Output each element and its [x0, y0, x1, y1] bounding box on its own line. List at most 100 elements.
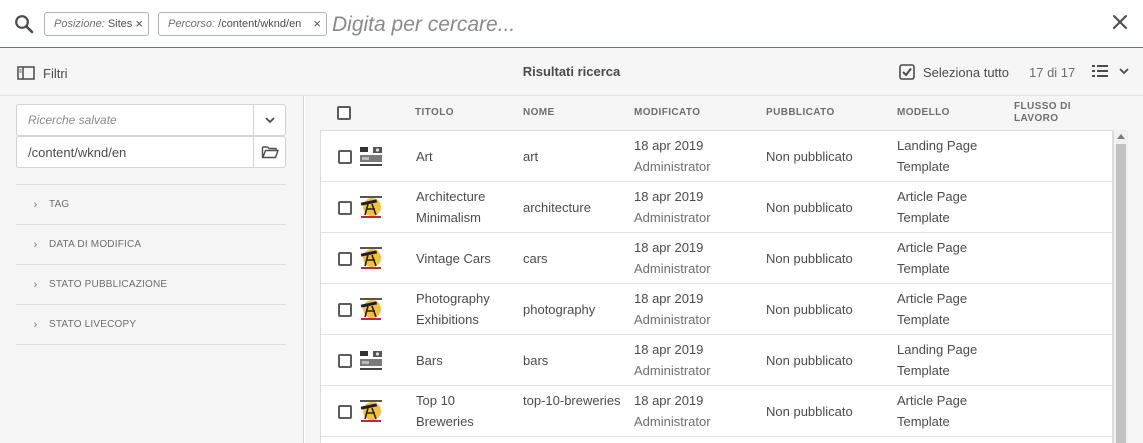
close-icon[interactable] — [1111, 13, 1129, 31]
row-name: architecture — [523, 200, 591, 215]
table-row[interactable]: Bars bars 18 apr 2019 Administrator Non p… — [321, 335, 1112, 386]
filters-toggle-button[interactable]: Filtri — [17, 64, 68, 82]
modified-user: Administrator — [634, 312, 711, 327]
row-title: Top 10 Breweries — [416, 393, 474, 429]
row-modified: 18 apr 2019 Administrator — [634, 390, 759, 432]
row-title: Architecture Minimalism — [416, 189, 486, 225]
filter-rail: Ricerche salvate /content/wknd/en › TAG … — [0, 96, 304, 443]
omnisearch-bar: Posizione: Sites × Percorso: /content/wk… — [0, 0, 1143, 48]
table-row[interactable]: Photography Exhibitions photography 18 a… — [321, 284, 1112, 335]
tag-value: Sites — [104, 18, 133, 30]
select-all-checkbox[interactable] — [337, 106, 351, 120]
table-body: Art art 18 apr 2019 Administrator Non pub… — [320, 130, 1113, 443]
modified-user: Administrator — [634, 261, 711, 276]
column-header-workflow[interactable]: FLUSSO DI LAVORO — [1014, 101, 1094, 125]
tag-label: Percorso: — [168, 18, 216, 30]
modified-date: 18 apr 2019 — [634, 291, 704, 306]
chevron-right-icon: › — [33, 278, 38, 291]
remove-tag-icon[interactable]: × — [313, 13, 321, 35]
row-checkbox[interactable] — [338, 150, 352, 164]
landing-page-thumbnail — [359, 144, 383, 168]
path-field[interactable]: /content/wknd/en — [16, 136, 286, 168]
filters-label: Filtri — [43, 65, 68, 81]
action-bar: Filtri Risultati ricerca Seleziona tutto… — [0, 48, 1143, 96]
modified-user: Administrator — [634, 363, 711, 378]
facet-label: TAG — [49, 199, 70, 210]
search-tag-path[interactable]: Percorso: /content/wknd/en × — [158, 12, 327, 36]
article-page-thumbnail — [359, 297, 383, 321]
chevron-down-icon[interactable] — [253, 105, 285, 135]
column-header-published[interactable]: PUBBLICATO — [766, 107, 835, 119]
row-name: bars — [523, 353, 549, 368]
column-header-template[interactable]: MODELLO — [897, 107, 950, 119]
row-name: cars — [523, 251, 548, 266]
modified-date: 18 apr 2019 — [634, 138, 704, 153]
row-modified: 18 apr 2019 Administrator — [634, 186, 759, 228]
facet-label: DATA DI MODIFICA — [49, 239, 142, 250]
row-name: top-10-breweries — [523, 393, 621, 408]
modified-date: 18 apr 2019 — [634, 393, 704, 408]
column-header-modified[interactable]: MODIFICATO — [634, 107, 700, 119]
row-checkbox[interactable] — [338, 354, 352, 368]
folder-icon[interactable] — [253, 137, 285, 167]
tag-value: /content/wknd/en — [215, 18, 302, 30]
row-checkbox[interactable] — [338, 405, 352, 419]
chevron-down-icon — [1119, 68, 1129, 75]
row-name: photography — [523, 302, 596, 317]
row-modified: 18 apr 2019 Administrator — [634, 237, 759, 279]
scrollbar[interactable] — [1113, 130, 1128, 443]
select-all-button[interactable]: Seleziona tutto — [899, 64, 1009, 80]
facet-list: › TAG › DATA DI MODIFICA › STATO PUBBLIC… — [16, 184, 286, 345]
row-published-status: Non pubblicato — [766, 251, 853, 266]
saved-searches-placeholder: Ricerche salvate — [28, 113, 117, 127]
chevron-right-icon: › — [33, 238, 38, 251]
scroll-up-arrow-icon[interactable] — [1117, 134, 1125, 139]
column-header-title[interactable]: TITOLO — [415, 107, 454, 119]
chevron-right-icon: › — [33, 318, 38, 331]
row-checkbox[interactable] — [338, 252, 352, 266]
row-name: art — [523, 149, 539, 164]
row-published-status: Non pubblicato — [766, 149, 853, 164]
modified-date: 18 apr 2019 — [634, 342, 704, 357]
facet-publication-status[interactable]: › STATO PUBBLICAZIONE — [16, 265, 286, 305]
chevron-right-icon: › — [33, 198, 38, 211]
modified-user: Administrator — [634, 414, 711, 429]
search-tag-location[interactable]: Posizione: Sites × — [44, 12, 149, 36]
saved-searches-select[interactable]: Ricerche salvate — [16, 104, 286, 136]
row-title: Art — [416, 149, 433, 164]
view-switcher-button[interactable] — [1091, 63, 1132, 79]
facet-label: STATO LIVECOPY — [49, 319, 137, 330]
row-modified: 18 apr 2019 Administrator — [634, 339, 759, 381]
article-page-thumbnail — [359, 246, 383, 270]
row-checkbox[interactable] — [338, 201, 352, 215]
facet-label: STATO PUBBLICAZIONE — [49, 279, 168, 290]
row-checkbox[interactable] — [338, 303, 352, 317]
row-published-status: Non pubblicato — [766, 353, 853, 368]
scrollbar-thumb[interactable] — [1116, 144, 1126, 443]
table-row[interactable]: Vintage Cars cars 18 apr 2019 Administrat… — [321, 233, 1112, 284]
column-header-name[interactable]: NOME — [523, 107, 555, 119]
facet-modified-date[interactable]: › DATA DI MODIFICA — [16, 225, 286, 265]
row-published-status: Non pubblicato — [766, 302, 853, 317]
row-template: Landing Page Template — [897, 138, 978, 174]
table-row[interactable]: Architecture Minimalism architecture 18 … — [321, 182, 1112, 233]
table-row[interactable]: Art art 18 apr 2019 Administrator Non pub… — [321, 131, 1112, 182]
landing-page-thumbnail — [359, 348, 383, 372]
search-input[interactable] — [332, 11, 732, 39]
search-icon — [15, 15, 34, 34]
tag-label: Posizione: — [54, 18, 105, 30]
row-title: Vintage Cars — [416, 251, 491, 266]
results-count: 17 di 17 — [1029, 65, 1076, 80]
table-header: TITOLO NOME MODIFICATO PUBBLICATO MODELL… — [305, 96, 1143, 130]
row-modified: 18 apr 2019 Administrator — [634, 288, 759, 330]
row-template: Article Page Template — [897, 291, 968, 327]
remove-tag-icon[interactable]: × — [135, 13, 143, 35]
modified-date: 18 apr 2019 — [634, 189, 704, 204]
facet-livecopy-status[interactable]: › STATO LIVECOPY — [16, 305, 286, 345]
list-view-icon — [1092, 65, 1108, 77]
facet-tag[interactable]: › TAG — [16, 185, 286, 225]
modified-user: Administrator — [634, 159, 711, 174]
row-title: Photography Exhibitions — [416, 291, 490, 327]
path-value: /content/wknd/en — [28, 145, 127, 160]
table-row[interactable]: Top 10 Breweries top-10-breweries 18 apr… — [321, 386, 1112, 437]
